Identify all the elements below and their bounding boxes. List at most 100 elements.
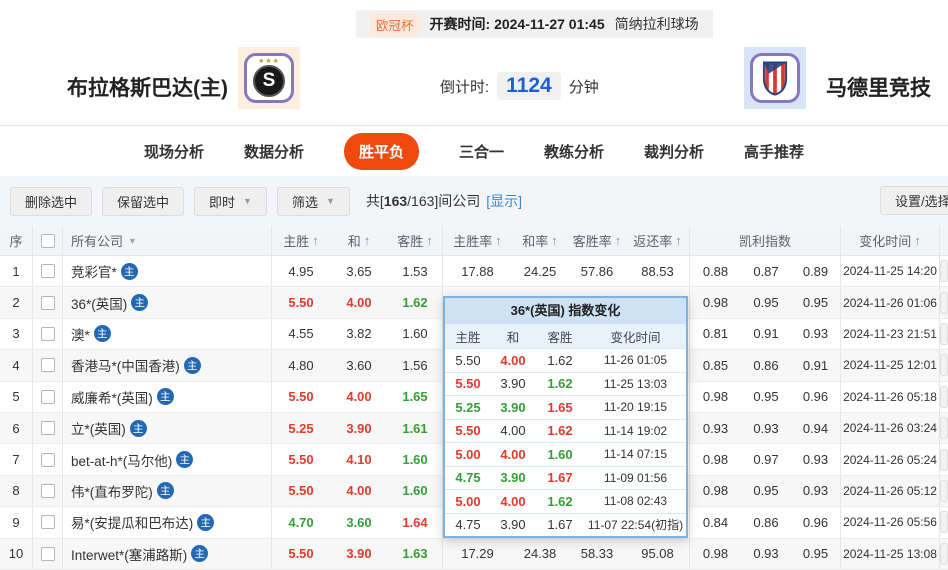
row-checkbox[interactable] (41, 327, 55, 341)
home-odds-cell[interactable]: 5.50 (272, 539, 330, 569)
delete-selected-button[interactable]: 删除选中 (10, 187, 92, 216)
draw-odds-cell[interactable]: 3.60 (330, 350, 388, 380)
draw-odds-cell[interactable]: 3.60 (330, 507, 388, 537)
settings-select-button[interactable]: 设置/选择 (880, 186, 948, 215)
away-odds-cell[interactable]: 1.53 (388, 256, 443, 286)
draw-odds-cell[interactable]: 4.00 (330, 476, 388, 506)
away-odds-cell[interactable]: 1.63 (388, 539, 443, 569)
company-name[interactable]: 香港马*(中国香港) (71, 355, 180, 375)
popup-change-time: 11-07 22:54(初指) (585, 516, 686, 533)
company-name[interactable]: Interwet*(塞浦路斯) (71, 544, 187, 564)
trend-button-clipped[interactable] (940, 260, 948, 282)
chevron-down-icon: ▼ (326, 196, 335, 206)
draw-odds-cell[interactable]: 4.00 (330, 287, 388, 317)
away-odds-cell[interactable]: 1.64 (388, 507, 443, 537)
row-checkbox[interactable] (41, 421, 55, 435)
trend-button-clipped[interactable] (940, 480, 948, 502)
away-odds-cell[interactable]: 1.61 (388, 413, 443, 443)
keep-selected-button[interactable]: 保留选中 (102, 187, 184, 216)
company-cell: 澳*主 (63, 319, 272, 349)
row-checkbox[interactable] (41, 358, 55, 372)
row-checkbox[interactable] (41, 515, 55, 529)
tab-expert[interactable]: 高手推荐 (744, 141, 804, 162)
header-away-odds[interactable]: 客胜↑ (388, 226, 443, 255)
company-name[interactable]: 立*(英国) (71, 418, 126, 438)
trend-button-clipped[interactable] (940, 543, 948, 565)
company-name[interactable]: 易*(安提瓜和巴布达) (71, 512, 193, 532)
home-odds-cell[interactable]: 5.50 (272, 444, 330, 474)
draw-odds-cell[interactable]: 4.00 (330, 382, 388, 412)
draw-odds-cell[interactable]: 3.82 (330, 319, 388, 349)
header-draw-odds[interactable]: 和↑ (330, 226, 388, 255)
trend-button-clipped[interactable] (940, 417, 948, 439)
tab-bar: 现场分析 数据分析 胜平负 三合一 教练分析 裁判分析 高手推荐 (0, 133, 948, 169)
away-rate-cell: 58.33 (568, 539, 626, 569)
company-name[interactable]: 澳* (71, 324, 90, 344)
draw-odds-cell[interactable]: 4.10 (330, 444, 388, 474)
row-checkbox[interactable] (41, 390, 55, 404)
header-home-rate[interactable]: 主胜率↑ (443, 226, 512, 255)
instant-dropdown[interactable]: 即时 ▼ (194, 187, 267, 216)
toolbar: 删除选中 保留选中 即时 ▼ 筛选 ▼ 共[163/163]间公司 [显示] (10, 186, 522, 216)
header-return-rate[interactable]: 返还率↑ (626, 226, 690, 255)
company-name[interactable]: 威廉希*(英国) (71, 387, 153, 407)
away-odds-cell[interactable]: 1.60 (388, 319, 443, 349)
row-checkbox[interactable] (41, 296, 55, 310)
home-odds-cell[interactable]: 4.95 (272, 256, 330, 286)
trend-button-clipped[interactable] (940, 386, 948, 408)
company-name[interactable]: 36*(英国) (71, 293, 127, 313)
tab-three[interactable]: 三合一 (459, 141, 504, 162)
home-odds-cell[interactable]: 5.50 (272, 382, 330, 412)
return-rate-cell: 88.53 (626, 256, 690, 286)
checkbox-cell (33, 539, 63, 569)
home-odds-cell[interactable]: 4.70 (272, 507, 330, 537)
draw-odds-cell[interactable]: 3.90 (330, 413, 388, 443)
header-change-time[interactable]: 变化时间↑ (841, 226, 940, 255)
home-odds-cell[interactable]: 5.25 (272, 413, 330, 443)
tab-coach[interactable]: 教练分析 (544, 141, 604, 162)
tab-live[interactable]: 现场分析 (144, 141, 204, 162)
change-time-cell: 2024-11-26 05:18 (841, 382, 940, 412)
change-time-cell: 2024-11-26 01:06 (841, 287, 940, 317)
home-odds-cell[interactable]: 4.55 (272, 319, 330, 349)
away-odds-cell[interactable]: 1.65 (388, 382, 443, 412)
trend-button-clipped[interactable] (940, 511, 948, 533)
draw-odds-cell[interactable]: 3.65 (330, 256, 388, 286)
home-odds-cell[interactable]: 4.80 (272, 350, 330, 380)
home-badge-icon: 主 (184, 357, 201, 374)
away-odds-cell[interactable]: 1.62 (388, 287, 443, 317)
tab-referee[interactable]: 裁判分析 (644, 141, 704, 162)
company-name[interactable]: bet-at-h*(马尔他) (71, 450, 172, 470)
away-odds-cell[interactable]: 1.60 (388, 444, 443, 474)
table-row: 1竞彩官*主4.953.651.5317.8824.2557.8688.530.… (0, 256, 948, 287)
draw-odds-cell[interactable]: 3.90 (330, 539, 388, 569)
select-all-checkbox[interactable] (41, 234, 55, 248)
row-checkbox[interactable] (41, 264, 55, 278)
trend-button-clipped[interactable] (940, 354, 948, 376)
show-link[interactable]: [显示] (486, 191, 522, 211)
home-odds-cell[interactable]: 5.50 (272, 476, 330, 506)
sort-asc-icon: ↑ (615, 233, 622, 248)
home-badge-icon: 主 (121, 263, 138, 280)
row-checkbox[interactable] (41, 547, 55, 561)
header-home-odds[interactable]: 主胜↑ (272, 226, 330, 255)
row-checkbox[interactable] (41, 484, 55, 498)
header-draw-rate[interactable]: 和率↑ (512, 226, 568, 255)
trend-button-clipped[interactable] (940, 292, 948, 314)
away-odds-cell[interactable]: 1.56 (388, 350, 443, 380)
company-name[interactable]: 伟*(直布罗陀) (71, 481, 153, 501)
tab-wdl[interactable]: 胜平负 (344, 133, 419, 170)
away-odds-cell[interactable]: 1.60 (388, 476, 443, 506)
company-name[interactable]: 竞彩官* (71, 261, 117, 281)
popup-row: 5.253.901.6511-20 19:15 (445, 395, 686, 419)
header-company[interactable]: 所有公司 ▼ (63, 226, 272, 255)
company-cell: 伟*(直布罗陀)主 (63, 476, 272, 506)
row-checkbox[interactable] (41, 453, 55, 467)
header-away-rate[interactable]: 客胜率↑ (568, 226, 626, 255)
trend-button-clipped[interactable] (940, 449, 948, 471)
filter-dropdown[interactable]: 筛选 ▼ (277, 187, 350, 216)
tab-data[interactable]: 数据分析 (244, 141, 304, 162)
trend-button-clipped[interactable] (940, 323, 948, 345)
checkbox-cell (33, 413, 63, 443)
home-odds-cell[interactable]: 5.50 (272, 287, 330, 317)
